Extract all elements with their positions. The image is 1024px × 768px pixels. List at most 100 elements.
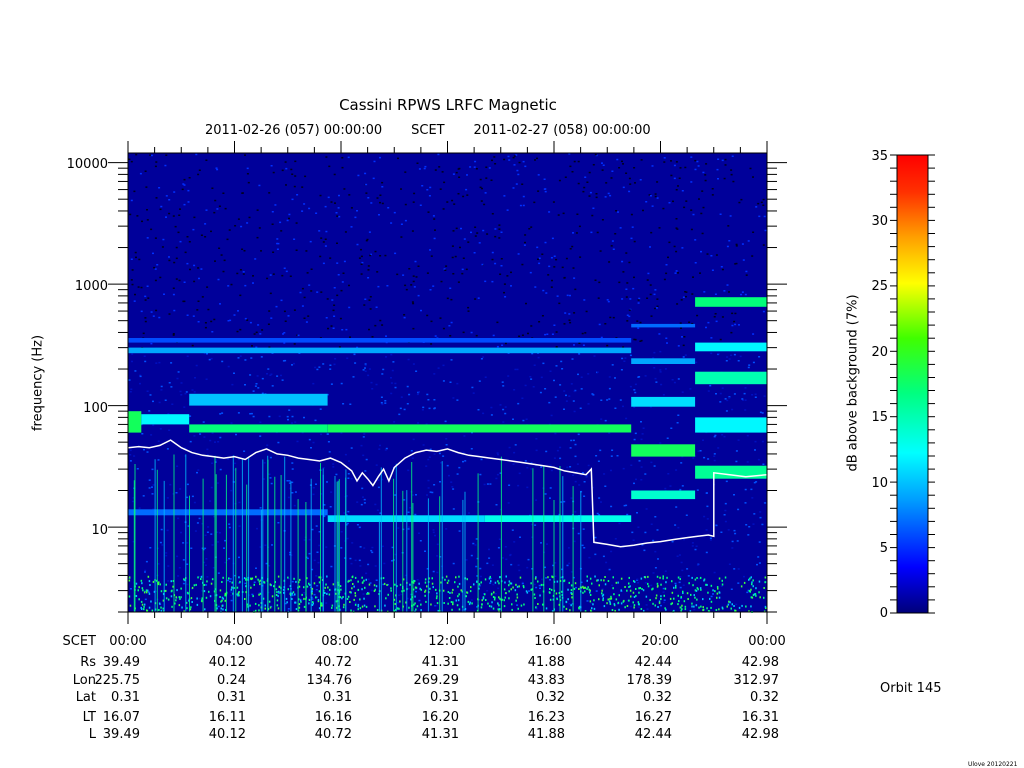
noise-pixel [327,591,329,593]
noise-pixel [734,323,737,326]
noise-pixel [446,464,449,467]
noise-pixel [424,165,427,168]
low-frequency-noise-pixel [259,583,261,586]
low-frequency-noise-pixel [416,605,419,608]
noise-pixel [735,603,738,606]
noise-pixel [570,497,573,499]
noise-pixel [650,523,653,525]
low-frequency-noise-pixel [373,584,376,587]
noise-pixel [432,285,435,287]
low-frequency-noise-pixel [449,592,451,594]
low-frequency-noise-pixel [681,604,683,607]
noise-pixel [662,207,665,210]
noise-pixel [379,201,381,204]
noise-pixel [551,279,553,282]
noise-pixel [204,322,207,324]
noise-pixel [293,238,296,240]
noise-pixel [330,491,333,493]
low-frequency-noise-pixel [178,604,181,607]
noise-pixel [485,177,488,179]
noise-pixel [370,589,373,592]
low-frequency-noise-pixel [702,598,704,601]
noise-pixel [340,382,343,385]
low-frequency-noise-pixel [317,599,320,601]
low-frequency-noise-pixel [347,580,349,583]
noise-pixel [522,204,525,207]
noise-pixel [521,183,524,185]
noise-pixel [476,232,479,234]
noise-pixel [538,262,541,265]
noise-pixel [243,250,246,252]
noise-pixel [582,528,585,530]
noise-pixel [739,355,742,358]
noise-pixel [452,488,455,490]
noise-pixel [626,513,629,516]
noise-pixel [305,321,308,323]
noise-pixel [540,376,543,379]
low-frequency-noise-pixel [610,597,613,600]
low-frequency-noise-pixel [690,593,692,596]
low-frequency-noise-pixel [503,605,506,608]
noise-pixel [733,568,736,570]
low-frequency-noise-pixel [141,587,144,590]
noise-pixel [324,238,327,240]
noise-pixel [595,193,598,195]
noise-pixel [210,357,213,360]
noise-pixel [675,506,678,508]
low-frequency-noise-pixel [325,583,327,586]
x-tick-label: 12:00 [428,634,466,649]
noise-pixel [679,322,682,324]
noise-pixel [421,185,424,187]
low-frequency-noise-pixel [128,595,131,598]
noise-pixel [589,191,592,194]
noise-pixel [717,178,719,180]
noise-pixel [293,362,295,365]
low-frequency-noise-pixel [431,577,433,580]
ephemeris-cell: 42.44 [634,727,672,742]
low-frequency-noise-pixel [567,588,569,591]
noise-pixel [204,223,207,225]
noise-pixel [412,275,415,277]
noise-pixel [681,391,684,393]
noise-pixel [459,246,461,249]
noise-pixel [291,415,294,418]
low-frequency-noise-pixel [219,589,222,592]
noise-pixel [695,545,698,547]
low-frequency-noise-pixel [584,586,586,589]
low-frequency-noise-pixel [458,593,460,596]
noise-pixel [717,447,720,449]
noise-pixel [725,480,728,483]
low-frequency-noise-pixel [694,578,697,581]
noise-pixel [159,428,162,430]
noise-pixel [151,493,154,495]
low-frequency-noise-pixel [738,606,741,609]
noise-pixel [148,487,151,489]
noise-pixel [209,500,212,502]
noise-pixel [338,346,341,348]
noise-pixel [164,399,167,401]
noise-pixel [605,561,608,564]
noise-pixel [216,482,219,484]
noise-pixel [318,366,321,368]
low-frequency-noise-pixel [684,605,687,608]
noise-pixel [381,202,384,205]
low-frequency-noise-pixel [656,575,659,578]
noise-pixel [227,285,230,287]
noise-pixel [205,159,208,161]
ephemeris-cell: 39.49 [102,727,140,742]
low-frequency-noise-pixel [253,583,255,586]
noise-pixel [762,244,765,246]
noise-pixel [656,305,659,308]
noise-pixel [551,333,554,335]
noise-pixel [311,528,314,531]
low-frequency-noise-pixel [200,575,203,578]
noise-pixel [336,215,339,217]
low-frequency-noise-pixel [763,587,765,589]
noise-pixel [596,512,599,515]
noise-pixel [429,491,432,493]
emission-band [327,424,632,433]
noise-pixel [146,390,149,392]
emission-band [695,297,767,307]
noise-pixel [473,252,476,254]
noise-pixel [678,177,681,179]
